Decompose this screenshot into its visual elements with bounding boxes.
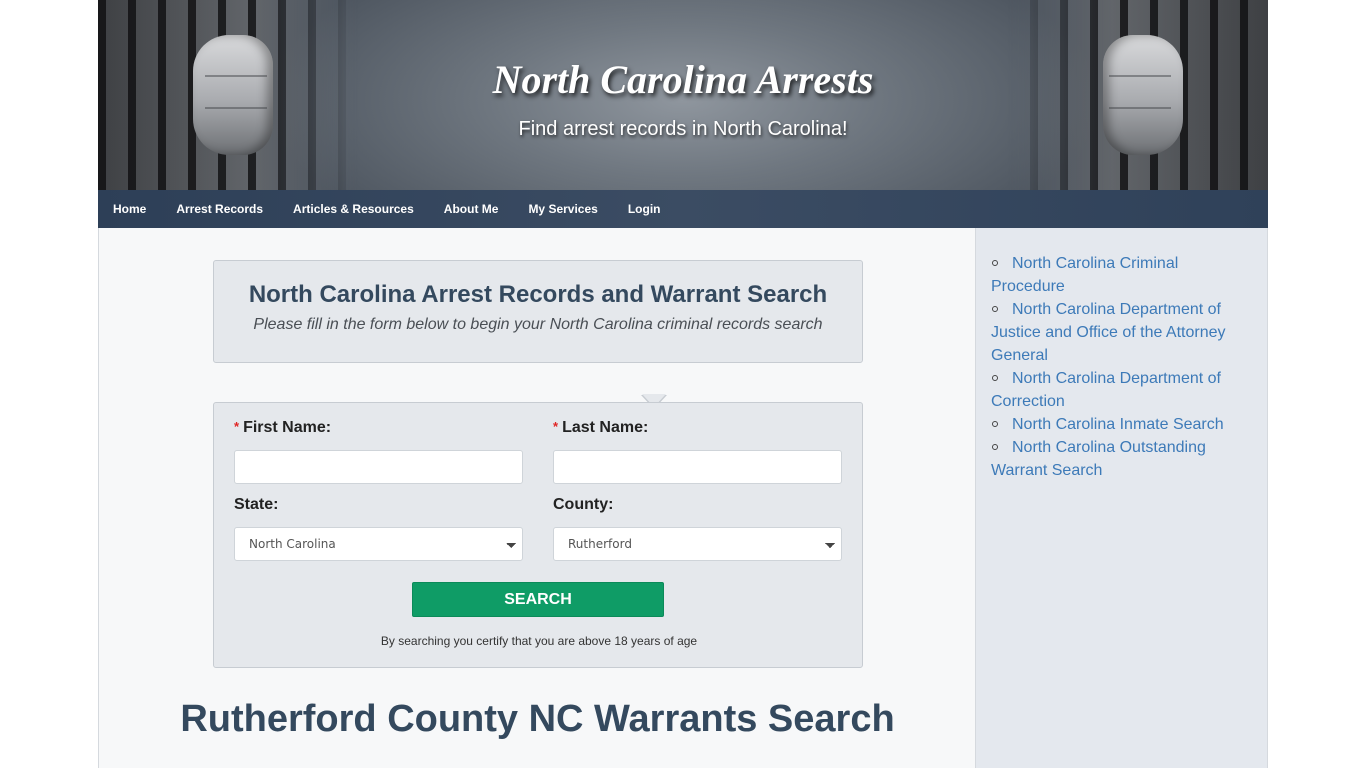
sidebar-link-list: North Carolina Criminal Procedure North … bbox=[991, 252, 1246, 482]
page-heading: Rutherford County NC Warrants Search bbox=[180, 698, 895, 740]
sidebar-item: North Carolina Inmate Search bbox=[991, 413, 1246, 436]
county-group: County: Rutherford bbox=[553, 496, 842, 561]
sidebar-item: North Carolina Department of Correction bbox=[991, 367, 1246, 413]
sidebar-link-outstanding-warrant[interactable]: North Carolina Outstanding Warrant Searc… bbox=[991, 439, 1206, 479]
circle-bullet-icon bbox=[992, 420, 998, 427]
nav-home[interactable]: Home bbox=[98, 190, 161, 228]
nav-arrest-records[interactable]: Arrest Records bbox=[161, 190, 278, 228]
circle-bullet-icon bbox=[992, 305, 998, 312]
circle-bullet-icon bbox=[992, 443, 998, 450]
sidebar-link-criminal-procedure[interactable]: North Carolina Criminal Procedure bbox=[991, 255, 1178, 295]
county-label: County: bbox=[553, 496, 614, 513]
state-select[interactable]: North Carolina bbox=[234, 527, 523, 561]
required-marker: * bbox=[553, 419, 559, 434]
intro-heading: North Carolina Arrest Records and Warran… bbox=[248, 281, 828, 308]
last-name-label: * Last Name: bbox=[553, 419, 649, 436]
nav-login[interactable]: Login bbox=[613, 190, 676, 228]
first-name-label: * First Name: bbox=[234, 419, 332, 436]
intro-subheading: Please fill in the form below to begin y… bbox=[253, 316, 823, 333]
sidebar-item: North Carolina Criminal Procedure bbox=[991, 252, 1246, 298]
required-marker: * bbox=[234, 419, 240, 434]
nav-my-services[interactable]: My Services bbox=[513, 190, 612, 228]
age-disclaimer: By searching you certify that you are ab… bbox=[380, 634, 698, 648]
main-content: North Carolina Arrest Records and Warran… bbox=[98, 228, 975, 768]
first-name-input[interactable] bbox=[234, 450, 523, 484]
circle-bullet-icon bbox=[992, 374, 998, 381]
last-name-input[interactable] bbox=[553, 450, 842, 484]
page: North Carolina Arrests Find arrest recor… bbox=[98, 0, 1268, 768]
sidebar-link-dept-justice[interactable]: North Carolina Department of Justice and… bbox=[991, 301, 1226, 364]
header-banner: North Carolina Arrests Find arrest recor… bbox=[98, 0, 1268, 190]
last-name-group: * Last Name: bbox=[553, 419, 842, 484]
intro-box: North Carolina Arrest Records and Warran… bbox=[213, 260, 863, 409]
sidebar: North Carolina Criminal Procedure North … bbox=[975, 228, 1268, 768]
nav-articles-resources[interactable]: Articles & Resources bbox=[278, 190, 429, 228]
sidebar-link-inmate-search[interactable]: North Carolina Inmate Search bbox=[1012, 416, 1224, 433]
sidebar-link-dept-correction[interactable]: North Carolina Department of Correction bbox=[991, 370, 1221, 410]
search-button[interactable]: SEARCH bbox=[412, 582, 664, 617]
site-title[interactable]: North Carolina Arrests bbox=[98, 56, 1268, 103]
circle-bullet-icon bbox=[992, 259, 998, 266]
state-label: State: bbox=[234, 496, 279, 513]
sidebar-item: North Carolina Department of Justice and… bbox=[991, 298, 1246, 367]
state-group: State: North Carolina bbox=[234, 496, 523, 561]
nav-about-me[interactable]: About Me bbox=[429, 190, 514, 228]
sidebar-item: North Carolina Outstanding Warrant Searc… bbox=[991, 436, 1246, 482]
county-select[interactable]: Rutherford bbox=[553, 527, 842, 561]
main-nav: Home Arrest Records Articles & Resources… bbox=[98, 190, 1268, 228]
search-form: * First Name: * Last Name: State: North Ca… bbox=[213, 402, 863, 668]
first-name-group: * First Name: bbox=[234, 419, 523, 484]
site-tagline: Find arrest records in North Carolina! bbox=[518, 118, 848, 140]
